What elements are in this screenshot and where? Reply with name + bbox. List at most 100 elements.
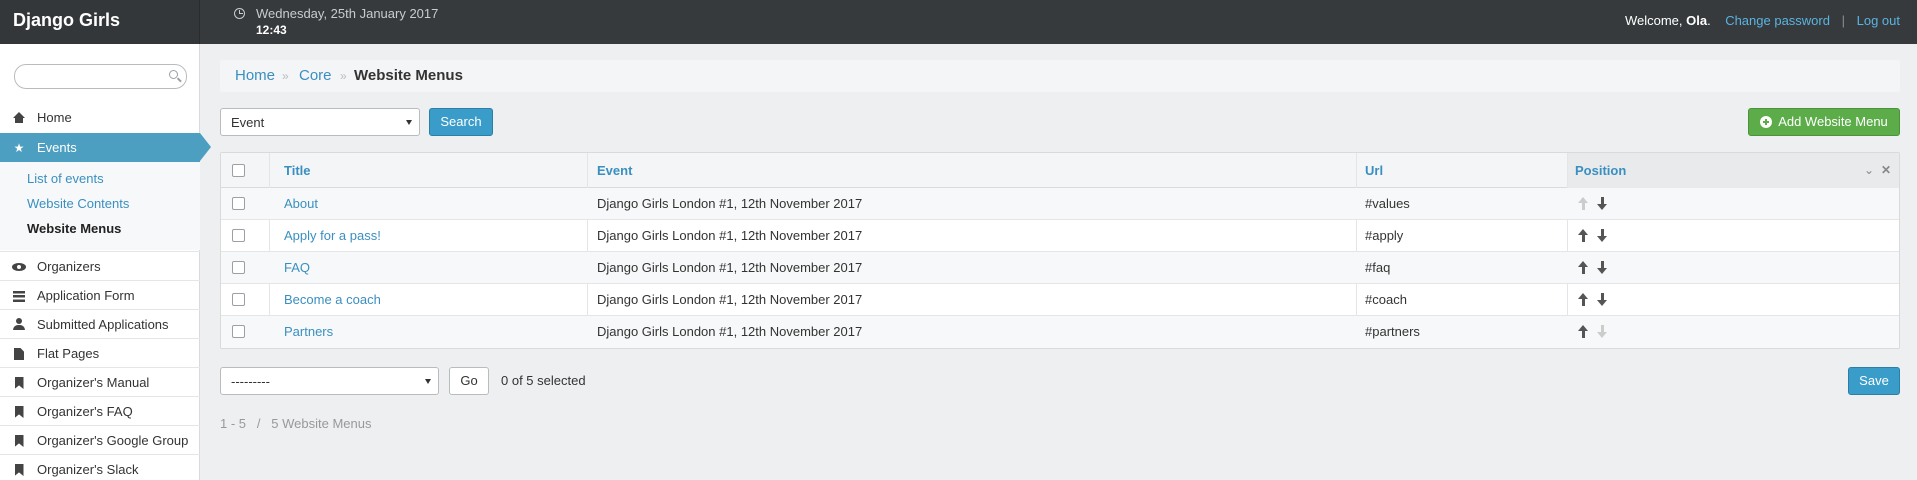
- datetime: Wednesday, 25th January 2017 12:43: [234, 6, 438, 38]
- add-website-menu-button[interactable]: Add Website Menu: [1748, 108, 1900, 136]
- breadcrumb-current: Website Menus: [354, 67, 463, 84]
- user-icon: [12, 318, 26, 332]
- bulk-action-select[interactable]: ---------: [220, 367, 439, 395]
- selection-counter: 0 of 5 selected: [501, 373, 586, 388]
- chevron-down-icon[interactable]: ⌄: [1864, 163, 1874, 177]
- row-checkbox[interactable]: [232, 197, 245, 210]
- search-button[interactable]: Search: [429, 108, 493, 136]
- breadcrumb-separator: »: [340, 69, 347, 83]
- sidebar-item-organizers-manual[interactable]: Organizer's Manual: [0, 367, 200, 396]
- column-header-title[interactable]: Title: [284, 163, 311, 178]
- row-title-link[interactable]: Partners: [284, 324, 333, 339]
- file-icon: [12, 347, 26, 361]
- row-checkbox[interactable]: [232, 229, 245, 242]
- bookmark-icon: [12, 463, 26, 477]
- row-event: Django Girls London #1, 12th November 20…: [597, 260, 863, 275]
- column-header-position[interactable]: Position: [1575, 163, 1626, 178]
- row-checkbox[interactable]: [232, 325, 245, 338]
- plus-circle-icon: [1760, 116, 1773, 128]
- brand-logo[interactable]: Django Girls: [0, 0, 200, 44]
- row-event: Django Girls London #1, 12th November 20…: [597, 196, 863, 211]
- sidebar-item-organizers-google-group[interactable]: Organizer's Google Group: [0, 425, 200, 454]
- list-icon: [12, 289, 26, 303]
- subnav-list-of-events[interactable]: List of events: [27, 171, 104, 186]
- sidebar-item-application-form[interactable]: Application Form: [0, 280, 200, 309]
- table-row: Partners Django Girls London #1, 12th No…: [221, 316, 1899, 348]
- search-icon: [169, 70, 178, 79]
- subnav-website-menus[interactable]: Website Menus: [27, 221, 121, 236]
- top-header: Django Girls Wednesday, 25th January 201…: [0, 0, 1917, 44]
- move-up-icon[interactable]: [1578, 261, 1588, 274]
- row-checkbox[interactable]: [232, 261, 245, 274]
- eye-icon: [12, 260, 26, 274]
- sidebar-item-submitted-applications[interactable]: Submitted Applications: [0, 309, 200, 338]
- sidebar-item-organizers-faq[interactable]: Organizer's FAQ: [0, 396, 200, 425]
- caret-down-icon: [406, 120, 412, 125]
- current-time: 12:43: [256, 23, 287, 37]
- row-event: Django Girls London #1, 12th November 20…: [597, 292, 863, 307]
- row-event: Django Girls London #1, 12th November 20…: [597, 324, 863, 339]
- sidebar-item-events[interactable]: ★ Events: [0, 133, 211, 162]
- bookmark-icon: [12, 376, 26, 390]
- user-bar: Welcome, Ola. Change password | Log out: [1624, 13, 1900, 28]
- clock-icon: [234, 8, 245, 19]
- row-title-link[interactable]: Apply for a pass!: [284, 228, 381, 243]
- close-icon[interactable]: ✕: [1881, 163, 1891, 177]
- username: Ola: [1686, 13, 1708, 28]
- move-up-icon[interactable]: [1578, 229, 1588, 242]
- column-header-event[interactable]: Event: [597, 163, 632, 178]
- row-url: #values: [1365, 196, 1410, 211]
- move-up-icon: [1578, 197, 1588, 210]
- breadcrumb-home[interactable]: Home: [235, 67, 275, 84]
- row-url: #faq: [1365, 260, 1391, 275]
- change-password-link[interactable]: Change password: [1725, 13, 1830, 28]
- sidebar-item-organizers-slack[interactable]: Organizer's Slack: [0, 454, 200, 480]
- results-table: Title Event Url Position ⌄ ✕ About Djang…: [220, 152, 1900, 349]
- event-filter-select[interactable]: Event: [220, 108, 420, 136]
- row-url: #apply: [1365, 228, 1404, 243]
- caret-down-icon: [425, 379, 431, 384]
- column-header-url[interactable]: Url: [1365, 163, 1383, 178]
- table-row: FAQ Django Girls London #1, 12th Novembe…: [221, 252, 1899, 284]
- events-subnav: List of events Website Contents Website …: [0, 162, 200, 250]
- current-date: Wednesday, 25th January 2017: [256, 6, 439, 21]
- move-up-icon[interactable]: [1578, 293, 1588, 306]
- bookmark-icon: [12, 405, 26, 419]
- row-event: Django Girls London #1, 12th November 20…: [597, 228, 863, 243]
- table-row: Become a coach Django Girls London #1, 1…: [221, 284, 1899, 316]
- subnav-website-contents[interactable]: Website Contents: [27, 196, 129, 211]
- row-title-link[interactable]: Become a coach: [284, 292, 381, 307]
- sidebar: Home ★ Events List of events Website Con…: [0, 44, 211, 480]
- row-title-link[interactable]: About: [284, 196, 318, 211]
- move-down-icon[interactable]: [1597, 229, 1607, 242]
- sidebar-item-home[interactable]: Home: [0, 103, 200, 132]
- table-row: Apply for a pass! Django Girls London #1…: [221, 220, 1899, 252]
- logout-link[interactable]: Log out: [1857, 13, 1900, 28]
- go-button[interactable]: Go: [449, 367, 489, 395]
- row-title-link[interactable]: FAQ: [284, 260, 310, 275]
- move-down-icon[interactable]: [1597, 197, 1607, 210]
- table-header: Title Event Url Position ⌄ ✕: [221, 153, 1899, 188]
- sidebar-search-input[interactable]: [14, 64, 187, 89]
- save-button[interactable]: Save: [1848, 367, 1900, 395]
- separator: |: [1841, 13, 1845, 28]
- row-url: #coach: [1365, 292, 1407, 307]
- pagination-info: 1 - 5 / 5 Website Menus: [220, 416, 372, 431]
- home-icon: [12, 111, 26, 125]
- move-down-icon: [1597, 325, 1607, 338]
- select-all-checkbox[interactable]: [232, 164, 245, 177]
- breadcrumb-separator: »: [282, 69, 289, 83]
- welcome-text: Welcome,: [1624, 13, 1683, 28]
- table-row: About Django Girls London #1, 12th Novem…: [221, 188, 1899, 220]
- sidebar-item-flat-pages[interactable]: Flat Pages: [0, 338, 200, 367]
- star-icon: ★: [13, 141, 25, 155]
- move-down-icon[interactable]: [1597, 293, 1607, 306]
- move-down-icon[interactable]: [1597, 261, 1607, 274]
- bookmark-icon: [12, 434, 26, 448]
- move-up-icon[interactable]: [1578, 325, 1588, 338]
- breadcrumb: Home » Core » Website Menus: [220, 60, 1900, 92]
- row-url: #partners: [1365, 324, 1420, 339]
- sidebar-item-organizers[interactable]: Organizers: [0, 251, 200, 280]
- breadcrumb-core[interactable]: Core: [299, 67, 332, 84]
- row-checkbox[interactable]: [232, 293, 245, 306]
